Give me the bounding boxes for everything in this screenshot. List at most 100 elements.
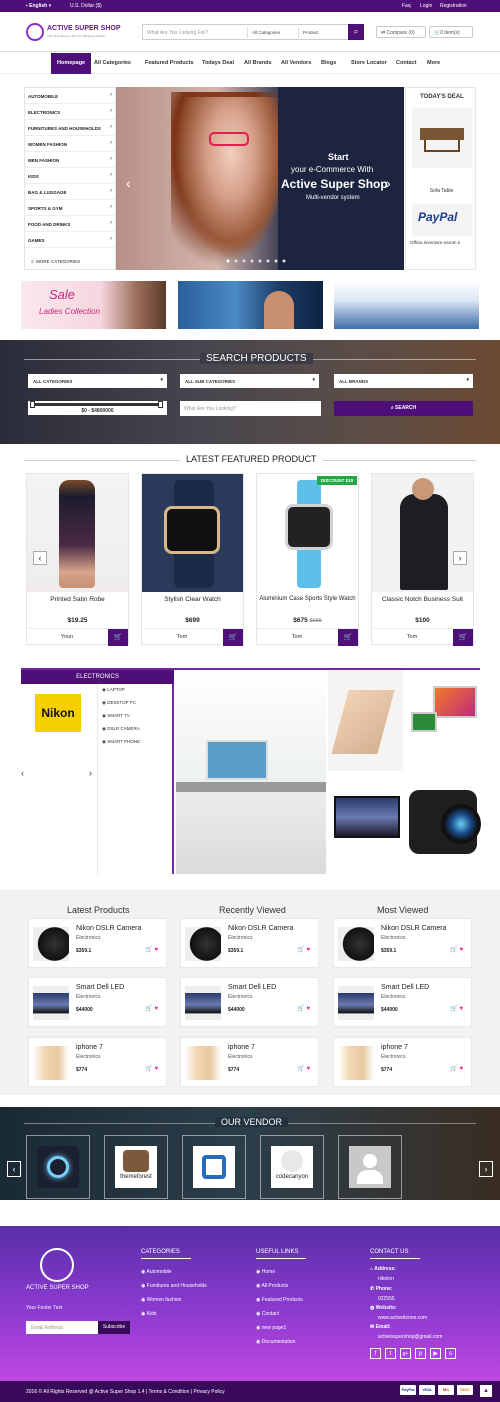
category-item[interactable]: FURNITURES AND HOUSEHOLDS › [25, 120, 115, 136]
product-card[interactable]: DISCOUNT $10 Aluminium Case Sports Style… [256, 473, 359, 646]
heart-icon[interactable]: ♥ [459, 1066, 463, 1072]
nav-all-categories[interactable]: All Categories [94, 53, 131, 74]
youtube-icon[interactable]: ▶ [430, 1348, 441, 1359]
cart-icon[interactable]: 🛒 [297, 1006, 304, 1012]
product-name[interactable]: Classic Notch Business Suit [372, 596, 473, 603]
nav-todays-deal[interactable]: Todays Deal [202, 53, 234, 74]
footer-link[interactable]: ◉ All Products [256, 1283, 288, 1289]
heart-icon[interactable]: ♥ [459, 1006, 463, 1012]
vendor-logo[interactable] [26, 1135, 90, 1199]
newsletter-email-input[interactable]: Email Address [26, 1321, 98, 1334]
list-item[interactable]: iphone 7 Electronics $774 🛒 ♥ [28, 1037, 167, 1087]
brand-next-arrow[interactable]: › [89, 768, 92, 778]
category-item[interactable]: FOOD AND DRINKS › [25, 216, 115, 232]
subscribe-button[interactable]: Subscribe [98, 1321, 130, 1334]
range-handle-max[interactable] [158, 401, 163, 408]
add-to-cart-button[interactable]: 🛒 [453, 629, 473, 646]
website-link[interactable]: www.activeitzone.com [378, 1315, 427, 1321]
category-item[interactable]: BAG & LUGGAGE › [25, 184, 115, 200]
compare-button[interactable]: ⇄ Compare (0) [376, 26, 426, 38]
product-name[interactable]: Printed Satin Robe [27, 596, 128, 603]
price-range-slider[interactable]: $0 - $4800000 [28, 401, 167, 415]
list-item[interactable]: Smart Dell LED Electronics $44000 🛒 ♥ [28, 977, 167, 1027]
category-item[interactable]: SPORTS & GYM › [25, 200, 115, 216]
hero-slider[interactable]: Start your e-Commerce With Active Super … [116, 87, 404, 270]
footer-category-link[interactable]: ◉ Furnitures and Households [141, 1283, 207, 1289]
tech-banner[interactable] [178, 281, 323, 329]
cart-icon[interactable]: 🛒 [145, 1006, 152, 1012]
footer-category-link[interactable]: ◉ Kids [141, 1311, 157, 1317]
deal-item-2[interactable]: PayPal [412, 204, 472, 236]
list-item[interactable]: Smart Dell LED Electronics $44000 🛒 ♥ [333, 977, 472, 1027]
crowd-banner[interactable] [334, 281, 479, 329]
language-selector[interactable]: ▪ English ▾ [26, 3, 51, 9]
footer-link[interactable]: ◉ Documentation [256, 1339, 295, 1345]
list-item[interactable]: iphone 7 Electronics $774 🛒 ♥ [333, 1037, 472, 1087]
category-item[interactable]: MEN FASHION › [25, 152, 115, 168]
footer-link[interactable]: ◉ Contact [256, 1311, 279, 1317]
brands-select[interactable]: ALL BRANDS ▾ [334, 374, 473, 388]
cart-icon[interactable]: 🛒 [297, 1066, 304, 1072]
footer-category-link[interactable]: ◉ Automobile [141, 1269, 172, 1275]
list-item[interactable]: Nikon DSLR Camera Electronics $359.1 🛒 ♥ [28, 918, 167, 968]
vendor-logo[interactable]: codecanyon [260, 1135, 324, 1199]
all-categories-select[interactable]: ALL CATEGORIES ▾ [28, 374, 167, 388]
currency-selector[interactable]: U.S. Dollar ($) [70, 3, 102, 9]
product-vendor[interactable]: Tom [257, 634, 337, 640]
cart-icon[interactable]: 🛒 [145, 947, 152, 953]
nav-contact[interactable]: Contact [396, 53, 416, 74]
heart-icon[interactable]: ♥ [459, 947, 463, 953]
registration-link[interactable]: Registration [440, 3, 467, 9]
sale-banner[interactable]: Sale Ladies Collection [21, 281, 166, 329]
camera-tile[interactable] [405, 772, 481, 874]
nav-featured-products[interactable]: Featured Products [145, 53, 194, 74]
facebook-icon[interactable]: f [370, 1348, 381, 1359]
carousel-next-button[interactable]: › [453, 551, 467, 565]
login-link[interactable]: Login [420, 3, 432, 9]
category-item[interactable]: WOMEN FASHION › [25, 136, 115, 152]
heart-icon[interactable]: ♥ [154, 947, 158, 953]
cart-icon[interactable]: 🛒 [145, 1066, 152, 1072]
subcategory-item[interactable]: ◉ SMART PHONE [102, 739, 140, 745]
product-name[interactable]: Aluminium Case Sports Style Watch [257, 596, 358, 602]
vendor-next-button[interactable]: › [479, 1161, 493, 1177]
laptop-tile[interactable] [328, 670, 403, 771]
deal-item-1[interactable] [412, 108, 472, 168]
cart-icon[interactable]: 🛒 [450, 1006, 457, 1012]
subcategory-item[interactable]: ◉ DESKTOP PC [102, 700, 136, 706]
brand-prev-arrow[interactable]: ‹ [21, 768, 24, 778]
google-plus-icon[interactable]: g+ [400, 1348, 411, 1359]
slider-dots[interactable] [226, 259, 296, 263]
vendor-prev-button[interactable]: ‹ [7, 1161, 21, 1177]
site-logo[interactable]: ACTIVE SUPER SHOP Your One Stop for All … [26, 23, 138, 43]
add-to-cart-button[interactable]: 🛒 [223, 629, 243, 646]
footer-category-link[interactable]: ◉ Women fashion [141, 1297, 181, 1303]
product-vendor[interactable]: Tom [372, 634, 452, 640]
twitter-icon[interactable]: t [385, 1348, 396, 1359]
add-to-cart-button[interactable]: 🛒 [338, 629, 358, 646]
type-select[interactable]: Product [298, 27, 348, 38]
desktop-tile[interactable] [405, 670, 480, 771]
sub-categories-select[interactable]: ALL SUB CATEGORIES ▾ [180, 374, 319, 388]
search-button[interactable]: ⌕ [348, 24, 364, 40]
range-handle-min[interactable] [30, 401, 35, 408]
heart-icon[interactable]: ♥ [306, 1066, 310, 1072]
footer-link[interactable]: ◉ new page1 [256, 1325, 286, 1331]
list-item[interactable]: Smart Dell LED Electronics $44000 🛒 ♥ [180, 977, 319, 1027]
cart-icon[interactable]: 🛒 [450, 1066, 457, 1072]
nav-more[interactable]: More [427, 53, 440, 74]
heart-icon[interactable]: ♥ [306, 947, 310, 953]
category-select[interactable]: All Categories [247, 27, 297, 38]
search-query-input[interactable]: What Are You Looking? [180, 401, 321, 416]
nav-homepage[interactable]: Homepage [51, 53, 92, 74]
product-vendor[interactable]: Tom [142, 634, 222, 640]
subcategory-item[interactable]: ◉ SMART TV [102, 713, 130, 719]
skype-icon[interactable]: s [445, 1348, 456, 1359]
vendor-logo[interactable] [182, 1135, 246, 1199]
office-image[interactable] [176, 670, 326, 874]
list-item[interactable]: Nikon DSLR Camera Electronics $359.1 🛒 ♥ [180, 918, 319, 968]
nav-all-brands[interactable]: All Brands [244, 53, 272, 74]
slider-next-arrow[interactable]: › [386, 175, 391, 191]
nav-blogs[interactable]: Blogs [321, 53, 336, 74]
cart-button[interactable]: 🛒0 item(s) [429, 26, 473, 38]
